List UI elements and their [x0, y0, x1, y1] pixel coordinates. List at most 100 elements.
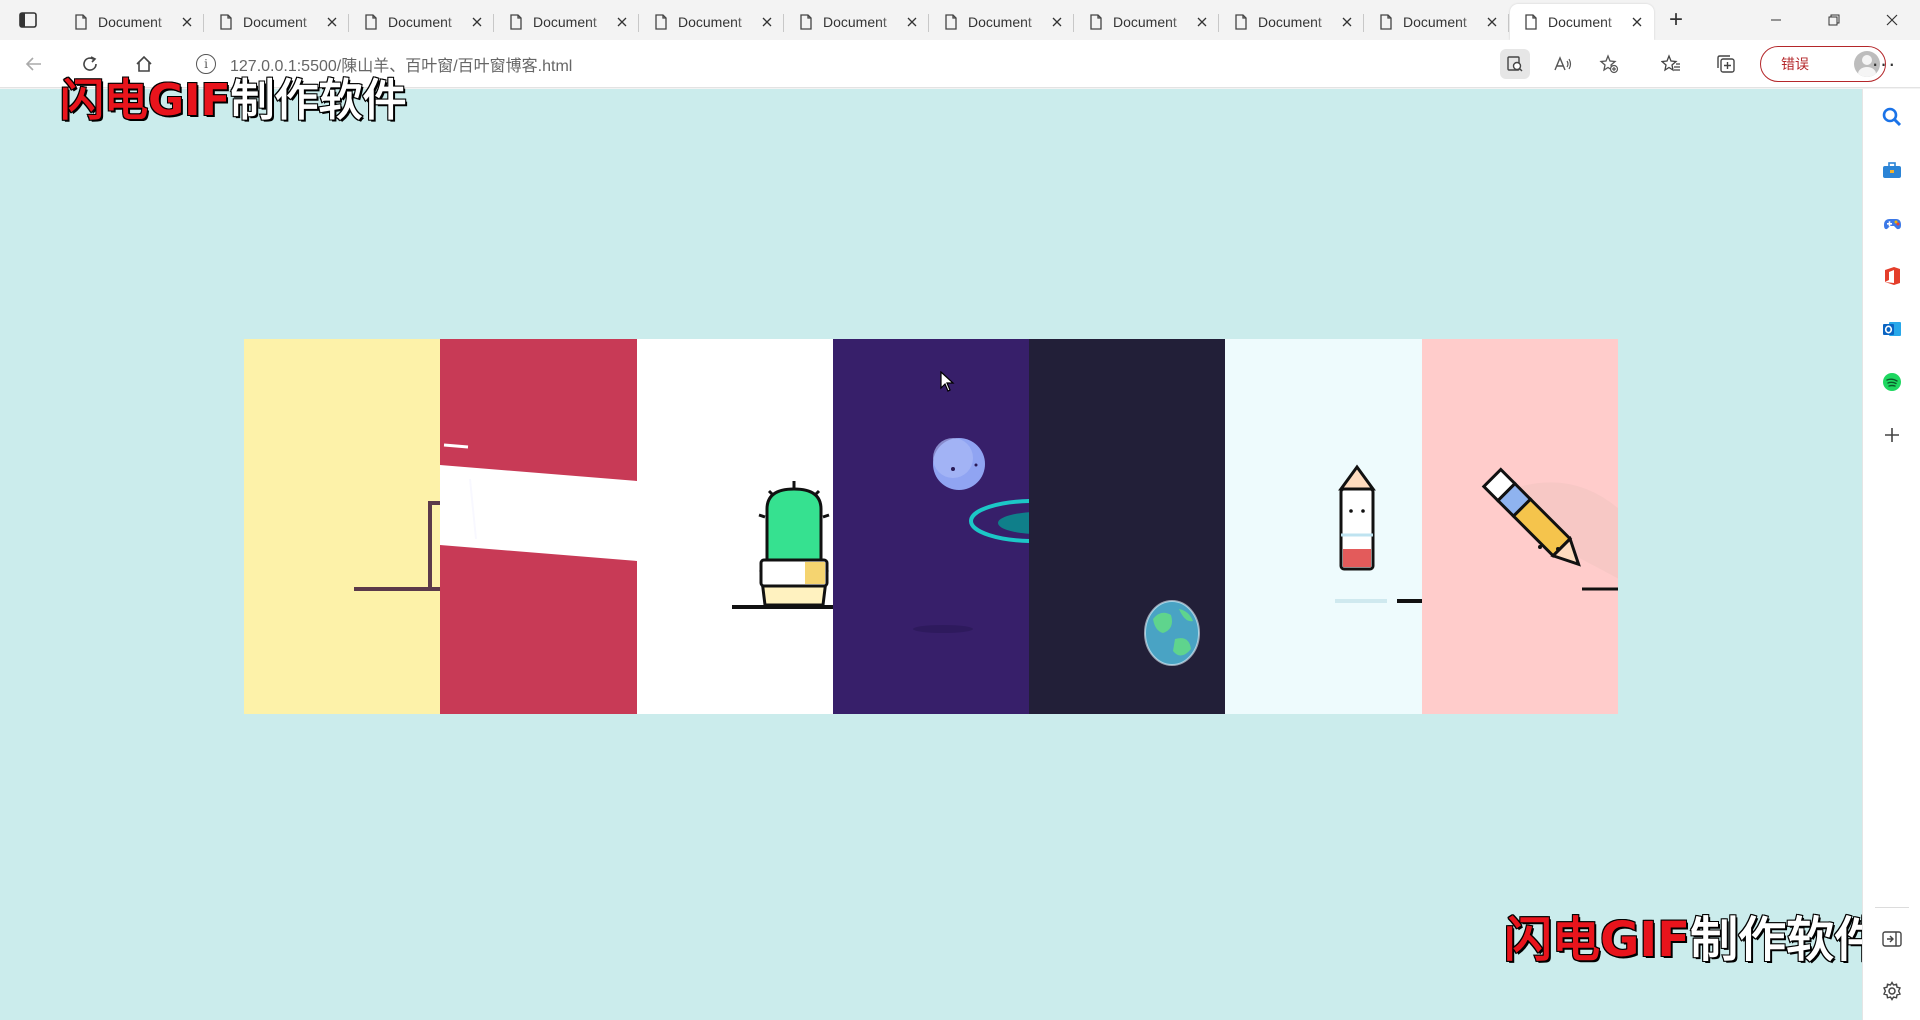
watermark-red-text: 闪电GIF: [1503, 911, 1691, 969]
close-icon: [617, 17, 627, 27]
settings-icon: [1883, 981, 1901, 1001]
tab-close-button[interactable]: [1048, 13, 1066, 31]
close-icon: [1487, 17, 1497, 27]
document-icon: [655, 14, 667, 30]
tab-title: Document: [1403, 14, 1467, 30]
tab-document[interactable]: Document: [60, 4, 204, 40]
blind-panel-4[interactable]: [832, 339, 1030, 714]
tab-document[interactable]: Document: [350, 4, 494, 40]
document-icon: [365, 14, 377, 30]
tab-document[interactable]: Document: [1220, 4, 1364, 40]
blind-panel-1[interactable]: [244, 339, 441, 714]
close-icon: [1052, 17, 1062, 27]
add-favorite-button[interactable]: [1594, 49, 1624, 79]
watermark-white-text: 制作软件: [1689, 911, 1883, 969]
tab-title: Document: [1258, 14, 1322, 30]
document-icon: [945, 14, 957, 30]
tab-document[interactable]: Document: [205, 4, 349, 40]
minimize-button[interactable]: [1748, 0, 1804, 40]
read-aloud-button[interactable]: [1548, 49, 1578, 79]
tab-close-button[interactable]: [468, 13, 486, 31]
read-aloud-icon: [1554, 56, 1572, 71]
document-icon: [1235, 14, 1247, 30]
tab-separator: [203, 14, 204, 32]
blind-panel-5[interactable]: [1029, 339, 1226, 714]
search-icon: [1882, 107, 1902, 127]
tab-close-button[interactable]: [323, 13, 341, 31]
tab-close-button[interactable]: [1193, 13, 1211, 31]
document-icon: [75, 14, 87, 30]
close-icon: [472, 17, 482, 27]
tab-separator: [928, 14, 929, 32]
blinds-gallery: [244, 339, 1619, 714]
favorites-button[interactable]: [1656, 49, 1686, 79]
tab-separator: [1508, 14, 1509, 32]
mouse-cursor-icon: [940, 371, 955, 392]
tab-separator: [638, 14, 639, 32]
sidebar-office-button[interactable]: [1880, 264, 1904, 288]
close-icon: [1632, 17, 1642, 27]
tab-close-button[interactable]: [1483, 13, 1501, 31]
sidebar-add-button[interactable]: [1880, 423, 1904, 447]
page-translate-button[interactable]: [1500, 49, 1530, 79]
tab-close-button[interactable]: [1628, 13, 1646, 31]
document-icon: [1090, 14, 1102, 30]
restore-button[interactable]: [1806, 0, 1862, 40]
outlook-icon: [1883, 322, 1901, 336]
sidebar-games-button[interactable]: [1880, 211, 1904, 235]
settings-more-button[interactable]: ···: [1868, 49, 1900, 79]
blind-panel-3[interactable]: [636, 339, 833, 714]
tab-title: Document: [388, 14, 452, 30]
tab-document[interactable]: Document: [1075, 4, 1219, 40]
blind-panel-6[interactable]: [1225, 339, 1422, 714]
tab-close-button[interactable]: [178, 13, 196, 31]
sidebar-tools-button[interactable]: [1880, 158, 1904, 182]
tab-actions-button[interactable]: [14, 8, 42, 32]
document-icon: [510, 14, 522, 30]
sidebar-divider: [1875, 907, 1909, 908]
pencil-upright-illustration: [1335, 464, 1422, 603]
close-icon: [1886, 14, 1898, 26]
close-icon: [327, 17, 337, 27]
office-icon: [1885, 267, 1900, 285]
tab-close-button[interactable]: [613, 13, 631, 31]
watermark-top: 闪电GIF制作软件: [59, 64, 408, 128]
sidebar-spotify-button[interactable]: [1880, 370, 1904, 394]
games-icon: [1884, 219, 1901, 230]
tab-document[interactable]: Document: [785, 4, 929, 40]
tab-title: Document: [98, 14, 162, 30]
minimize-icon: [1771, 19, 1781, 21]
blind-panel-7[interactable]: [1421, 339, 1619, 714]
blind-panel-2[interactable]: [440, 339, 637, 714]
sidebar-settings-button[interactable]: [1880, 979, 1904, 1003]
sidebar-hide-button[interactable]: [1880, 927, 1904, 951]
new-tab-button[interactable]: +: [1660, 6, 1692, 33]
tab-separator: [1218, 14, 1219, 32]
page-content: [0, 89, 1862, 1020]
watermark-red-text: 闪电GIF: [59, 74, 232, 127]
sidebar-search-button[interactable]: [1880, 105, 1904, 129]
tab-title: Document: [533, 14, 597, 30]
tab-document[interactable]: Document: [640, 4, 784, 40]
tab-document[interactable]: Document: [1365, 4, 1509, 40]
close-icon: [1342, 17, 1352, 27]
tab-close-button[interactable]: [1338, 13, 1356, 31]
tab-separator: [348, 14, 349, 32]
tab-strip: Document Document Document Document Document…: [0, 0, 1920, 40]
tab-title: Document: [678, 14, 742, 30]
collections-button[interactable]: [1711, 49, 1741, 79]
back-button[interactable]: [20, 50, 48, 78]
tab-title: Document: [243, 14, 307, 30]
tab-document[interactable]: Document: [930, 4, 1074, 40]
tab-close-button[interactable]: [758, 13, 776, 31]
close-window-button[interactable]: [1864, 0, 1920, 40]
tab-close-button[interactable]: [903, 13, 921, 31]
tab-separator: [493, 14, 494, 32]
sidebar-outlook-button[interactable]: [1880, 317, 1904, 341]
tab-separator: [783, 14, 784, 32]
tab-active[interactable]: Document: [1510, 4, 1654, 40]
document-icon: [220, 14, 232, 30]
tab-document[interactable]: Document: [495, 4, 639, 40]
close-icon: [762, 17, 772, 27]
close-icon: [182, 17, 192, 27]
